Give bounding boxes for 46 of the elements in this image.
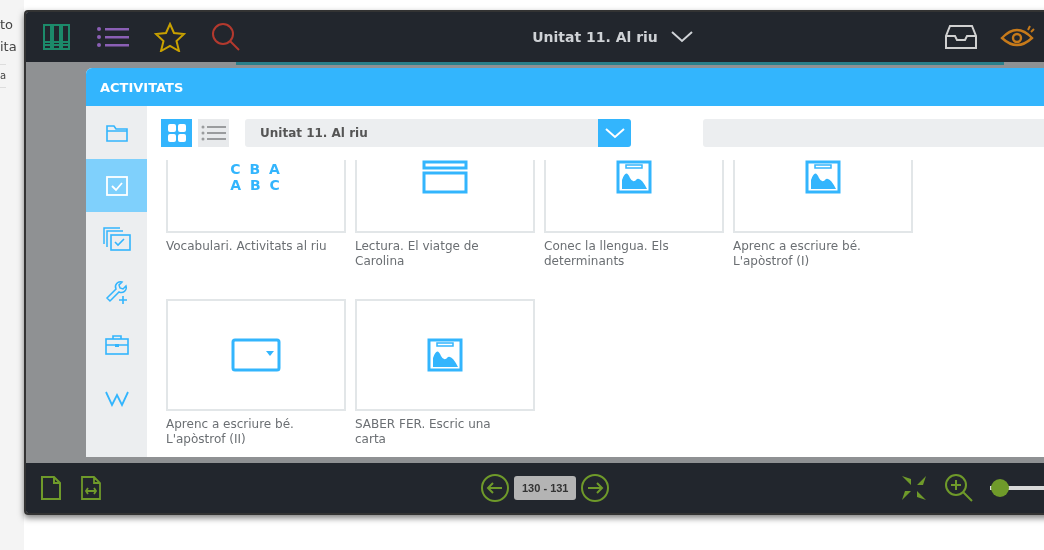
unit-title[interactable]: Unitat 11. Al riu <box>532 29 658 45</box>
books-icon[interactable] <box>42 22 72 52</box>
list-view-icon <box>200 125 227 141</box>
page-icon[interactable] <box>40 475 62 501</box>
briefcase-icon[interactable] <box>103 333 130 356</box>
slider-thumb[interactable] <box>991 479 1010 497</box>
chevron-down-icon <box>603 127 626 139</box>
panel-icon <box>422 160 468 194</box>
image-icon <box>805 160 841 194</box>
activity-title: SABER FER. Escric una carta <box>355 416 492 448</box>
page-number[interactable]: 130 - 131 <box>514 476 577 500</box>
folder-icon[interactable] <box>104 122 129 143</box>
dropdown-box-icon <box>231 338 281 372</box>
stacked-checkbox-icon[interactable] <box>101 225 132 252</box>
background-text: a <box>0 64 7 88</box>
chevron-down-icon[interactable] <box>669 30 694 44</box>
activity-title: Aprenc a escriure bé. L'apòstrof (I) <box>733 238 862 270</box>
list-icon[interactable] <box>96 25 130 49</box>
background-text: to <box>0 16 14 34</box>
background-text: ita <box>0 38 17 56</box>
wrench-plus-icon[interactable] <box>103 278 130 305</box>
activity-title: Vocabulari. Activitats al riu <box>166 238 328 255</box>
activity-title: Conec la llengua. Els determinants <box>544 238 670 270</box>
image-icon <box>427 338 463 372</box>
checkbox-icon[interactable] <box>104 174 129 197</box>
unit-dropdown[interactable]: Unitat 11. Al riu <box>245 119 631 147</box>
arrow-right-icon[interactable] <box>580 473 611 503</box>
arrow-left-icon[interactable] <box>480 473 510 503</box>
dialog-title: ACTIVITATS <box>100 79 184 95</box>
sidebar-item[interactable] <box>86 159 147 212</box>
image-icon <box>616 160 652 194</box>
activity-title: Aprenc a escriure bé. L'apòstrof (II) <box>166 416 295 448</box>
search-icon[interactable] <box>210 21 242 53</box>
icon-letters: A B C <box>230 177 282 193</box>
view-toggle[interactable] <box>161 119 192 147</box>
icon-letters: C B A <box>230 161 282 177</box>
activity-title: Lectura. El viatge de Carolina <box>355 238 480 270</box>
star-icon[interactable] <box>154 22 186 52</box>
view-toggle[interactable] <box>198 119 229 147</box>
page-width-icon[interactable] <box>80 475 102 501</box>
activity-card[interactable] <box>166 299 346 411</box>
activity-card[interactable] <box>355 299 535 411</box>
inbox-icon[interactable] <box>944 24 978 50</box>
shrink-icon[interactable] <box>900 474 928 502</box>
zoom-in-icon[interactable] <box>944 473 974 503</box>
grid-view-icon <box>166 123 187 143</box>
